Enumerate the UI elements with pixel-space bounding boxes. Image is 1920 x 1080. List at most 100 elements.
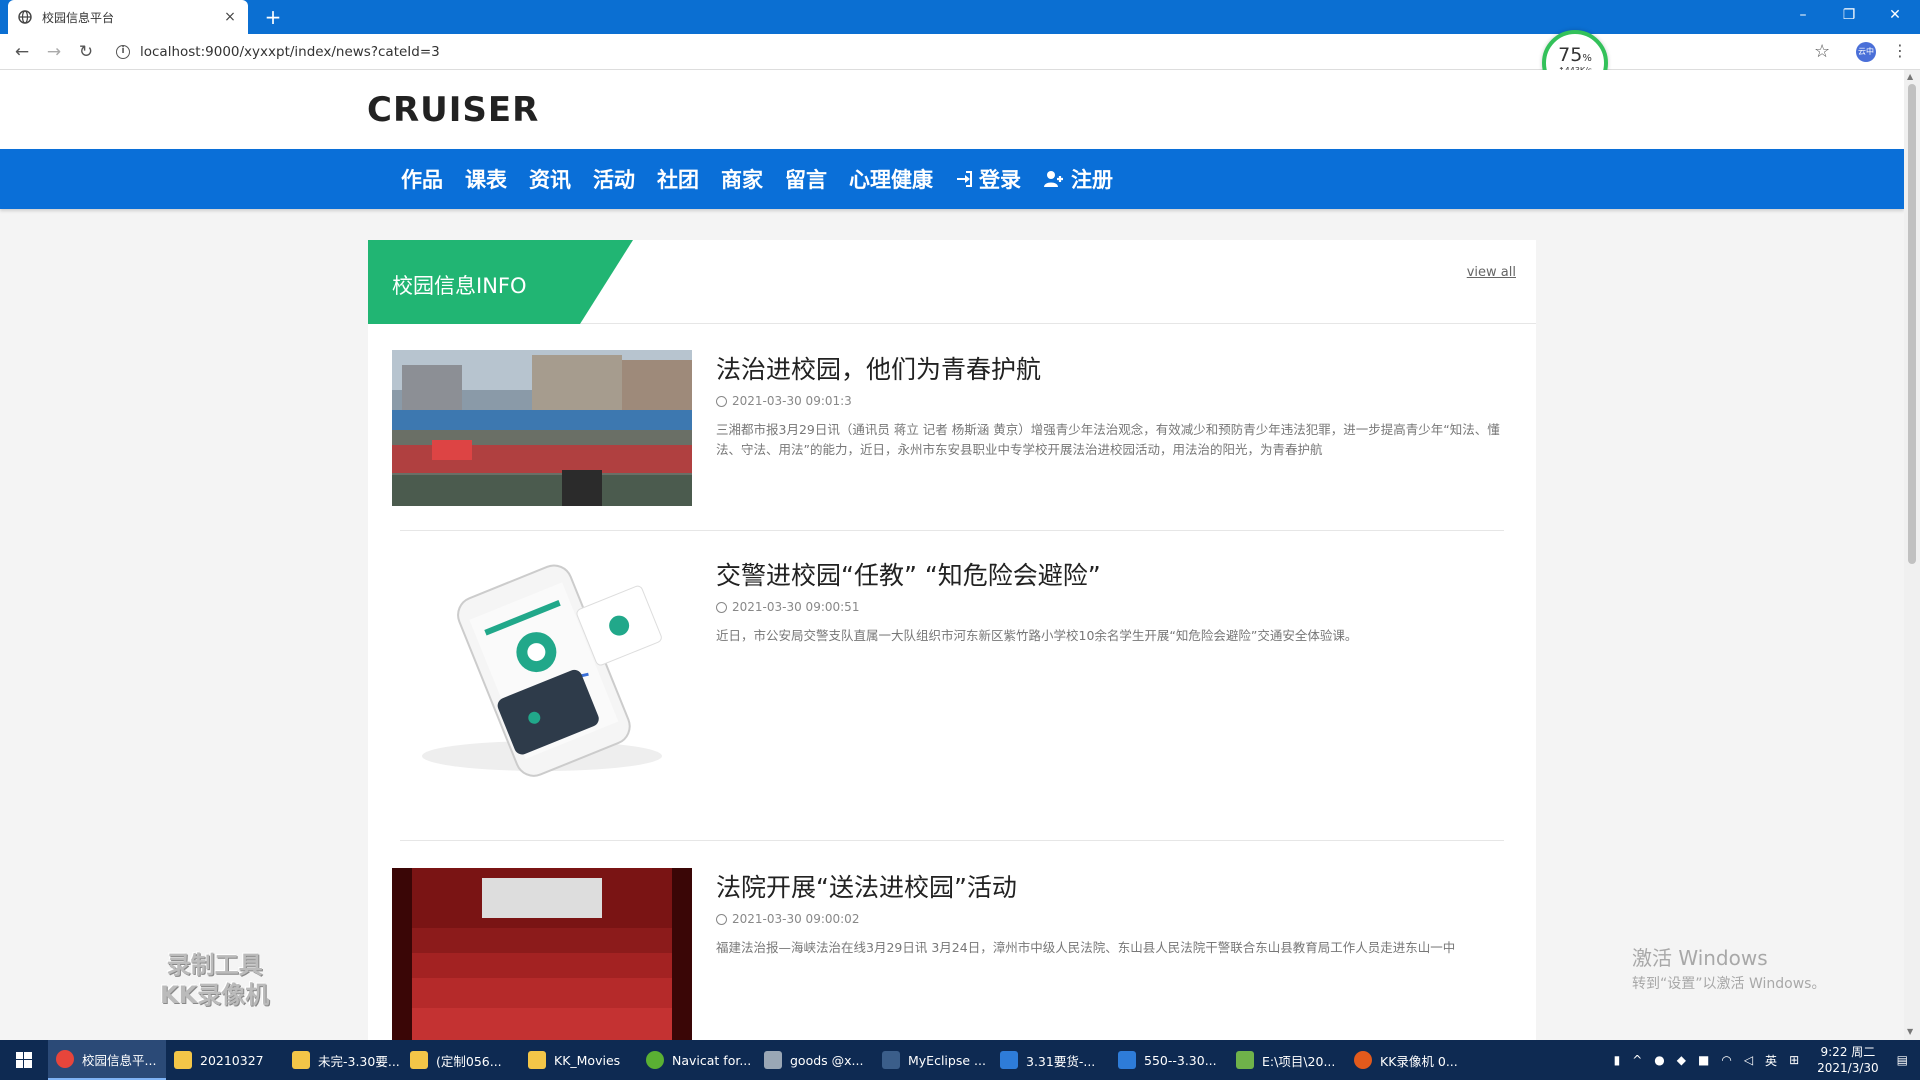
news-thumbnail[interactable] bbox=[392, 556, 692, 781]
start-button[interactable] bbox=[0, 1040, 48, 1080]
forward-icon[interactable]: → bbox=[42, 40, 66, 64]
notepad-icon bbox=[1236, 1051, 1254, 1069]
nav-item-works[interactable]: 作品 bbox=[401, 164, 443, 194]
scroll-thumb[interactable] bbox=[1908, 84, 1916, 564]
taskbar-item-folder[interactable]: 20210327 bbox=[166, 1040, 284, 1080]
taskbar-item-navicat[interactable]: Navicat for... bbox=[638, 1040, 756, 1080]
panel-header: 校园信息INFO view all bbox=[368, 240, 1536, 324]
nav-item-mental-health[interactable]: 心理健康 bbox=[849, 164, 933, 194]
watermark-line1: 录制工具 bbox=[166, 951, 263, 979]
browser-tab[interactable]: 校园信息平台 × bbox=[8, 0, 248, 34]
folder-icon bbox=[174, 1051, 192, 1069]
user-plus-icon bbox=[1044, 171, 1063, 187]
url-text: localhost:9000/xyxxpt/index/news?cateId=… bbox=[140, 44, 440, 60]
tray-battery-icon[interactable]: ▮ bbox=[1614, 1053, 1621, 1067]
ime-indicator[interactable]: 英 bbox=[1765, 1052, 1777, 1069]
news-divider bbox=[400, 840, 1504, 841]
folder-icon bbox=[528, 1051, 546, 1069]
phone-illustration bbox=[392, 556, 692, 781]
clock-icon bbox=[716, 395, 727, 407]
nav-login[interactable]: 登录 bbox=[955, 164, 1021, 194]
tab-close-icon[interactable]: × bbox=[222, 9, 238, 25]
taskbar-item-doc[interactable]: 3.31要货-... bbox=[992, 1040, 1110, 1080]
back-icon[interactable]: ← bbox=[10, 40, 34, 64]
tray-network-icon[interactable]: ◠ bbox=[1721, 1053, 1731, 1067]
scroll-down-icon[interactable]: ▼ bbox=[1907, 1027, 1913, 1036]
taskbar-label: Navicat for... bbox=[672, 1052, 752, 1068]
activate-title: 激活 Windows bbox=[1632, 946, 1768, 970]
windows-activation-notice: 激活 Windows 转到“设置”以激活 Windows。 bbox=[1632, 942, 1825, 993]
news-summary: 三湘都市报3月29日讯（通讯员 蒋立 记者 杨斯涵 黄京）增强青少年法治观念，有… bbox=[716, 422, 1500, 457]
page-scrollbar[interactable]: ▲ ▼ bbox=[1904, 70, 1920, 1040]
new-tab-button[interactable]: + bbox=[260, 4, 286, 30]
bookmark-star-icon[interactable]: ☆ bbox=[1814, 41, 1830, 62]
site-info-icon[interactable]: i bbox=[116, 45, 130, 59]
news-title[interactable]: 交警进校园“任教” “知危险会避险” bbox=[716, 556, 1101, 592]
taskbar-item-folder[interactable]: (定制056... bbox=[402, 1040, 520, 1080]
windows-taskbar: 校园信息平... 20210327 未完-3.30要... (定制056... … bbox=[0, 1040, 1920, 1080]
nav-item-clubs[interactable]: 社团 bbox=[657, 164, 699, 194]
minimize-button[interactable]: – bbox=[1780, 0, 1826, 30]
system-clock[interactable]: 9:22 周二 2021/3/30 bbox=[1817, 1044, 1879, 1076]
close-window-button[interactable]: ✕ bbox=[1872, 0, 1918, 30]
taskbar-label: (定制056... bbox=[436, 1053, 502, 1069]
main-nav: 作品 课表 资讯 活动 社团 商家 留言 心理健康 登录 注册 bbox=[0, 149, 1904, 209]
news-summary: 福建法治报—海峡法治在线3月29日讯 3月24日，漳州市中级人民法院、东山县人民… bbox=[716, 940, 1456, 955]
taskbar-item-explorer[interactable]: E:\项目\20... bbox=[1228, 1040, 1346, 1080]
news-item[interactable]: 交警进校园“任教” “知危险会避险” 2021-03-30 09:00:51 近… bbox=[392, 556, 1512, 786]
clock-date: 2021/3/30 bbox=[1817, 1061, 1879, 1075]
taskbar-label: goods @x... bbox=[790, 1052, 864, 1068]
news-title[interactable]: 法治进校园，他们为青春护航 bbox=[716, 350, 1041, 386]
document-icon bbox=[1118, 1051, 1136, 1069]
nav-item-schedule[interactable]: 课表 bbox=[465, 164, 507, 194]
view-all-link[interactable]: view all bbox=[1467, 265, 1516, 280]
taskbar-item-kk-recorder[interactable]: KK录像机 0... bbox=[1346, 1040, 1464, 1080]
notification-icon[interactable]: ▤ bbox=[1897, 1053, 1908, 1067]
taskbar-item-folder[interactable]: KK_Movies bbox=[520, 1040, 638, 1080]
folder-icon bbox=[292, 1051, 310, 1069]
scroll-up-icon[interactable]: ▲ bbox=[1907, 72, 1913, 81]
tray-app-icon[interactable]: ● bbox=[1654, 1053, 1664, 1067]
nav-item-news[interactable]: 资讯 bbox=[529, 164, 571, 194]
news-item[interactable]: 法院开展“送法进校园”活动 2021-03-30 09:00:02 福建法治报—… bbox=[392, 868, 1512, 1040]
nav-item-activities[interactable]: 活动 bbox=[593, 164, 635, 194]
news-thumbnail[interactable] bbox=[392, 868, 692, 1040]
taskbar-label: 未完-3.30要... bbox=[318, 1053, 400, 1069]
taskbar-label: MyEclipse ... bbox=[908, 1052, 986, 1068]
tray-volume-icon[interactable]: ◁ bbox=[1744, 1053, 1753, 1067]
nav-item-messages[interactable]: 留言 bbox=[785, 164, 827, 194]
register-label: 注册 bbox=[1071, 168, 1113, 192]
taskbar-item-myeclipse[interactable]: MyEclipse ... bbox=[874, 1040, 992, 1080]
tray-security-icon[interactable]: ◆ bbox=[1677, 1053, 1686, 1067]
tray-chevron-up-icon[interactable]: ^ bbox=[1632, 1053, 1642, 1067]
restore-button[interactable]: ❐ bbox=[1826, 0, 1872, 30]
taskbar-item-goods[interactable]: goods @x... bbox=[756, 1040, 874, 1080]
windows-logo-icon bbox=[16, 1052, 32, 1068]
taskbar-item-chrome[interactable]: 校园信息平... bbox=[48, 1040, 166, 1080]
news-thumbnail[interactable] bbox=[392, 350, 692, 506]
news-item[interactable]: 法治进校园，他们为青春护航 2021-03-30 09:01:3 三湘都市报3月… bbox=[392, 350, 1512, 510]
myeclipse-icon bbox=[882, 1051, 900, 1069]
globe-icon bbox=[18, 10, 32, 24]
tray-app-icon[interactable]: ■ bbox=[1698, 1053, 1709, 1067]
reload-icon[interactable]: ↻ bbox=[74, 40, 98, 64]
url-field[interactable]: i localhost:9000/xyxxpt/index/news?cateI… bbox=[116, 42, 440, 62]
news-title[interactable]: 法院开展“送法进校园”活动 bbox=[716, 868, 1017, 904]
speed-unit: % bbox=[1582, 53, 1592, 64]
news-date: 2021-03-30 09:00:02 bbox=[716, 912, 859, 926]
system-tray: ▮ ^ ● ◆ ■ ◠ ◁ 英 ⊞ 9:22 周二 2021/3/30 ▤ bbox=[1608, 1040, 1920, 1080]
profile-avatar[interactable]: 云中 bbox=[1856, 42, 1876, 62]
taskbar-label: 3.31要货-... bbox=[1026, 1053, 1096, 1069]
keyboard-icon[interactable]: ⊞ bbox=[1789, 1053, 1799, 1067]
document-icon bbox=[1000, 1051, 1018, 1069]
browser-menu-icon[interactable]: ⋮ bbox=[1892, 41, 1908, 60]
news-date-text: 2021-03-30 09:00:02 bbox=[732, 912, 860, 926]
nav-register[interactable]: 注册 bbox=[1043, 164, 1113, 194]
tab-title: 校园信息平台 bbox=[42, 10, 115, 25]
news-date: 2021-03-30 09:00:51 bbox=[716, 600, 859, 614]
kk-recorder-icon bbox=[1354, 1051, 1372, 1069]
site-logo[interactable]: CRUISER bbox=[367, 90, 539, 130]
taskbar-item-doc[interactable]: 550--3.30... bbox=[1110, 1040, 1228, 1080]
taskbar-item-folder[interactable]: 未完-3.30要... bbox=[284, 1040, 402, 1080]
nav-item-merchants[interactable]: 商家 bbox=[721, 164, 763, 194]
